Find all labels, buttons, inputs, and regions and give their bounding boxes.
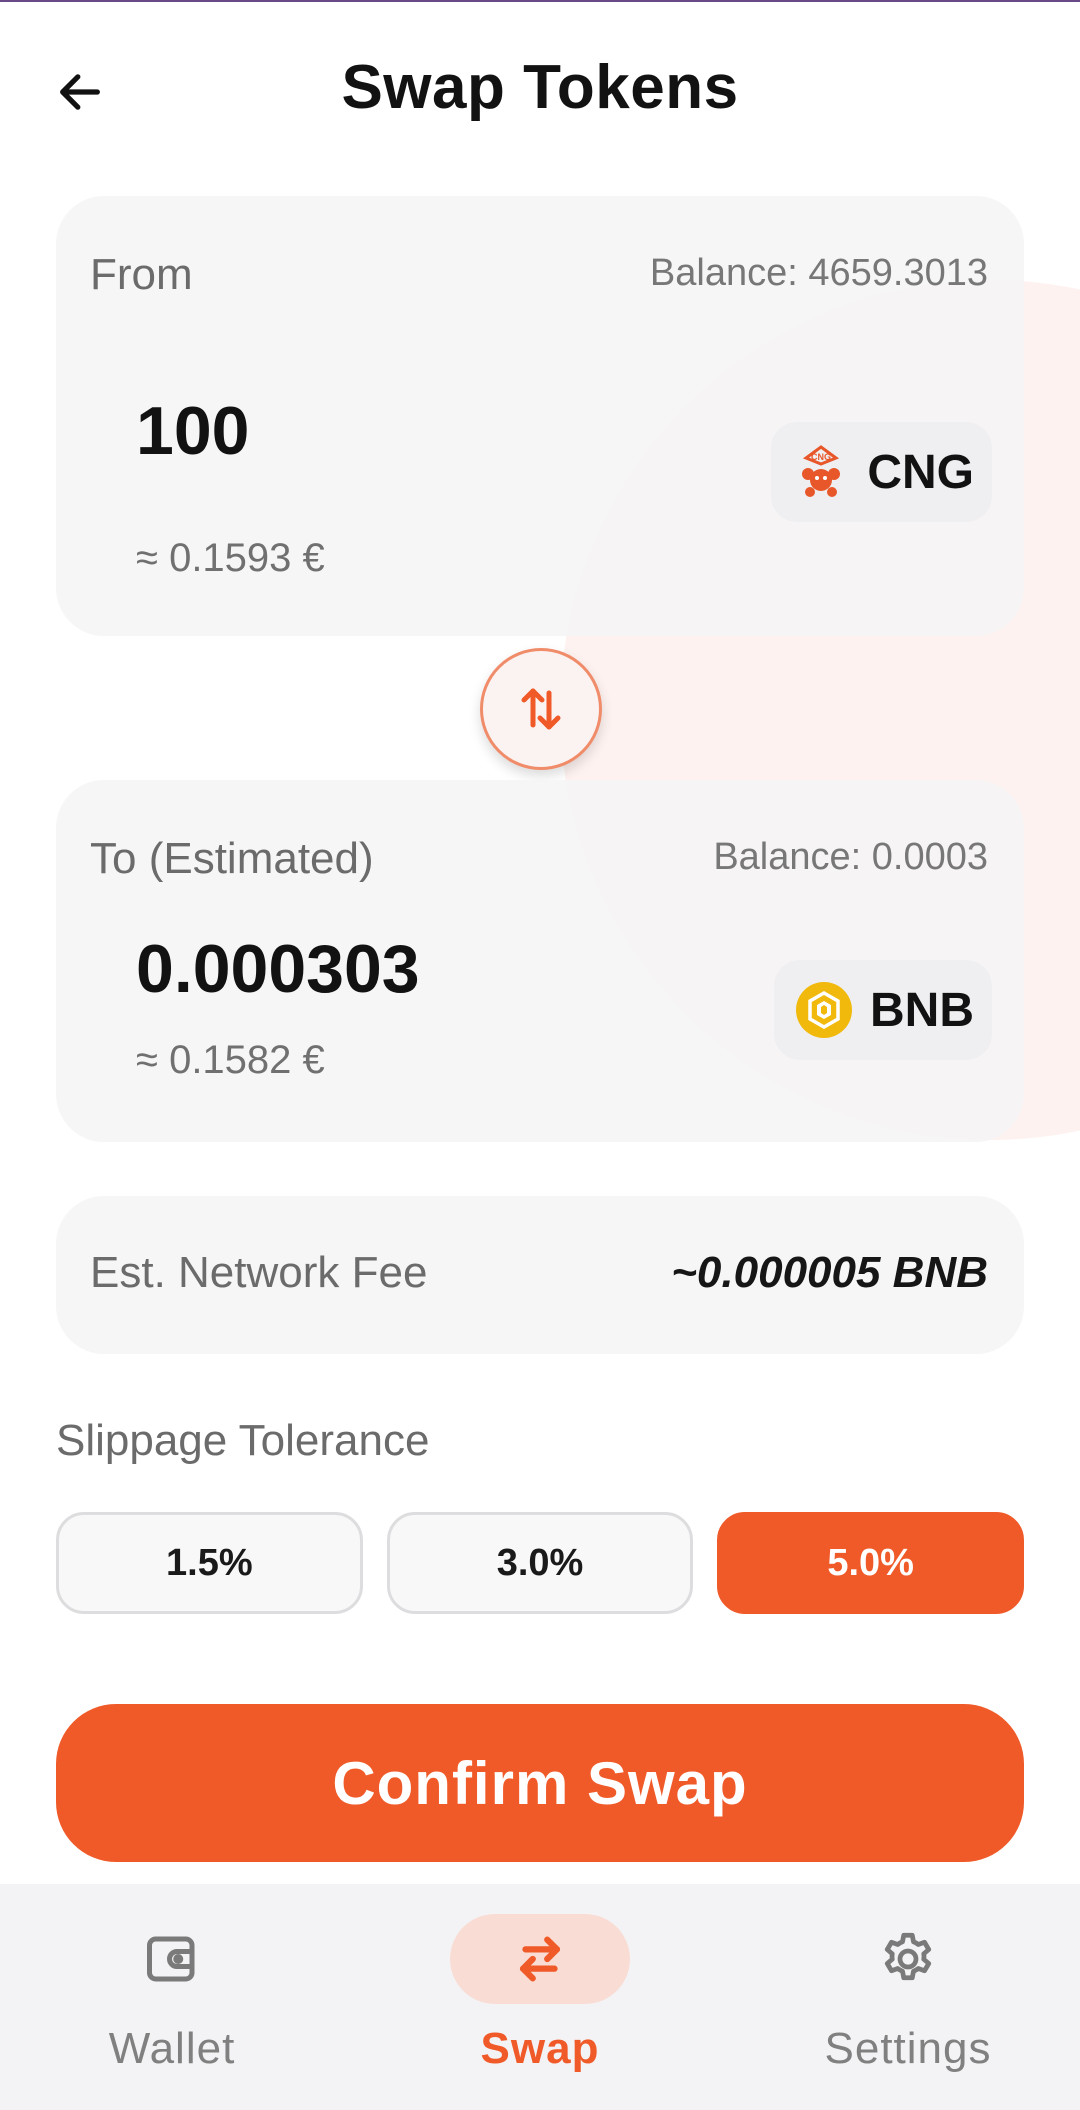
nav-item-wallet[interactable]: Wallet bbox=[42, 1914, 302, 2094]
bnb-token-icon bbox=[794, 980, 854, 1040]
from-token-symbol: CNG bbox=[867, 445, 974, 499]
slippage-option-5-0[interactable]: 5.0% bbox=[717, 1512, 1025, 1614]
nav-icon-container-active bbox=[450, 1914, 630, 2004]
nav-label-wallet: Wallet bbox=[108, 2024, 236, 2073]
swap-screen: Swap Tokens From Balance: 4659.3013 100 … bbox=[0, 0, 1080, 2110]
swap-arrows-icon bbox=[519, 1936, 561, 1982]
app-header: Swap Tokens bbox=[0, 0, 1080, 180]
network-fee-card: Est. Network Fee ~0.000005 BNB bbox=[56, 1196, 1024, 1354]
from-amount-input[interactable]: 100 bbox=[136, 392, 249, 470]
to-token-symbol: BNB bbox=[870, 983, 974, 1037]
wallet-icon bbox=[147, 1936, 195, 1982]
nav-label-settings: Settings bbox=[824, 2024, 992, 2073]
nav-icon-container bbox=[82, 1914, 262, 2004]
from-balance: Balance: 4659.3013 bbox=[649, 252, 988, 294]
cng-token-icon: CNG bbox=[791, 442, 851, 502]
to-balance: Balance: 0.0003 bbox=[713, 836, 988, 878]
from-token-selector[interactable]: CNG CNG bbox=[771, 422, 992, 522]
to-card: To (Estimated) Balance: 0.0003 0.000303 … bbox=[56, 780, 1024, 1142]
swap-direction-button[interactable] bbox=[480, 648, 602, 770]
network-fee-label: Est. Network Fee bbox=[90, 1248, 428, 1297]
svg-text:CNG: CNG bbox=[811, 452, 831, 462]
slippage-label: Slippage Tolerance bbox=[56, 1416, 430, 1465]
to-label: To (Estimated) bbox=[90, 834, 374, 883]
to-amount: 0.000303 bbox=[136, 931, 420, 1007]
swap-vertical-icon bbox=[521, 688, 561, 730]
from-card: From Balance: 4659.3013 100 ≈ 0.1593 € C… bbox=[56, 196, 1024, 636]
network-fee-value: ~0.000005 BNB bbox=[671, 1248, 988, 1297]
confirm-swap-button[interactable]: Confirm Swap bbox=[56, 1704, 1024, 1862]
slippage-option-1-5[interactable]: 1.5% bbox=[56, 1512, 363, 1614]
to-fiat-estimate: ≈ 0.1582 € bbox=[136, 1038, 325, 1082]
nav-icon-container bbox=[818, 1914, 998, 2004]
from-fiat-estimate: ≈ 0.1593 € bbox=[136, 536, 325, 580]
nav-label-swap: Swap bbox=[480, 2024, 600, 2073]
nav-item-settings[interactable]: Settings bbox=[778, 1914, 1038, 2094]
from-label: From bbox=[90, 250, 193, 299]
to-token-selector[interactable]: BNB bbox=[774, 960, 992, 1060]
page-title: Swap Tokens bbox=[341, 53, 739, 122]
slippage-option-3-0[interactable]: 3.0% bbox=[386, 1512, 694, 1614]
bottom-navigation: Wallet Swap Settings bbox=[0, 1884, 1080, 2110]
nav-item-swap[interactable]: Swap bbox=[410, 1914, 670, 2094]
slippage-options: 1.5% 3.0% 5.0% bbox=[56, 1512, 1025, 1614]
gear-icon bbox=[884, 1932, 932, 1981]
